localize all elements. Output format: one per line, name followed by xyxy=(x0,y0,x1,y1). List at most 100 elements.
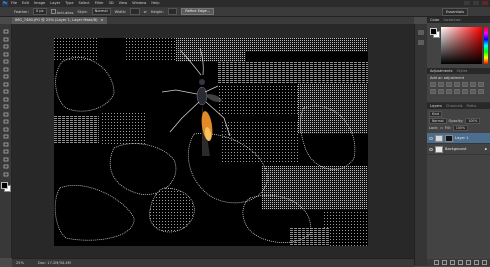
width-field[interactable] xyxy=(130,8,140,15)
zoom-level[interactable]: 25% xyxy=(16,260,24,266)
eye-icon[interactable] xyxy=(429,147,433,151)
pen-icon[interactable] xyxy=(2,134,9,139)
opacity-label: Opacity: xyxy=(448,119,464,123)
menu-view[interactable]: View xyxy=(119,0,128,7)
eraser-icon[interactable] xyxy=(2,104,9,109)
brush-icon[interactable] xyxy=(2,82,9,87)
history-brush-icon[interactable] xyxy=(2,97,9,102)
threshold-icon[interactable] xyxy=(478,89,484,94)
channel-mixer-icon[interactable] xyxy=(446,89,452,94)
feather-field[interactable]: 0 px xyxy=(32,8,47,15)
path-select-icon[interactable] xyxy=(2,149,9,154)
adjustments-title: Add an adjustment xyxy=(430,76,465,80)
layer-mask-thumbnail[interactable] xyxy=(445,134,453,142)
color-balance-icon[interactable] xyxy=(478,82,484,87)
refine-edge-button[interactable]: Refine Edge... xyxy=(181,8,215,15)
hue-slider[interactable] xyxy=(484,27,488,64)
document-canvas[interactable] xyxy=(54,38,368,246)
dodge-icon[interactable] xyxy=(2,127,9,132)
antialias-checkbox[interactable]: Anti-alias xyxy=(50,8,73,15)
quick-select-icon[interactable] xyxy=(2,52,9,57)
zoom-icon[interactable] xyxy=(2,172,9,177)
move-icon[interactable] xyxy=(2,29,9,34)
checkbox-icon xyxy=(50,8,56,14)
link-layers-icon[interactable] xyxy=(434,260,439,265)
new-group-icon[interactable] xyxy=(466,260,471,265)
add-style-icon[interactable] xyxy=(442,260,447,265)
eye-icon[interactable] xyxy=(429,136,433,140)
style-select[interactable]: Normal xyxy=(91,8,111,15)
menu-edit[interactable]: Edit xyxy=(22,0,29,7)
foreground-color-swatch[interactable] xyxy=(1,182,8,189)
foreground-color-swatch[interactable] xyxy=(430,28,437,35)
menu-help[interactable]: Help xyxy=(151,0,159,7)
hand-icon[interactable] xyxy=(2,164,9,169)
layer-row[interactable]: Background ▪ xyxy=(427,144,490,155)
clone-stamp-icon[interactable] xyxy=(2,89,9,94)
menu-select[interactable]: Select xyxy=(79,0,90,7)
layers-panel: Kind Normal Opacity: 100% Lock: ▫ Fill: … xyxy=(427,109,490,266)
type-icon[interactable] xyxy=(2,142,9,147)
levels-icon[interactable] xyxy=(438,82,444,87)
exposure-icon[interactable] xyxy=(454,82,460,87)
fill-label: Fill: xyxy=(444,126,451,130)
maximize-icon[interactable] xyxy=(473,1,479,5)
curves-icon[interactable] xyxy=(446,82,452,87)
doc-size[interactable]: Doc: 17.2M/34.4M xyxy=(38,260,71,266)
add-mask-icon[interactable] xyxy=(450,260,455,265)
layer-thumbnail xyxy=(435,134,443,142)
blend-mode-select[interactable]: Normal xyxy=(429,118,447,124)
invert-icon[interactable] xyxy=(462,89,468,94)
swap-icon[interactable]: ⇄ xyxy=(144,10,147,14)
fill-field[interactable]: 100% xyxy=(452,125,468,131)
close-icon[interactable] xyxy=(482,1,488,5)
shape-icon[interactable] xyxy=(2,157,9,162)
height-field[interactable] xyxy=(167,8,178,15)
document-tab[interactable]: IMG_7460.JPG @ 25% (Layer 1, Layer Mask/… xyxy=(12,17,107,24)
lock-icon[interactable]: ▫ xyxy=(440,126,442,130)
menu-image[interactable]: Image xyxy=(34,0,45,7)
workspace-switcher[interactable]: Essentials xyxy=(442,8,468,16)
layer-kind-select[interactable]: Kind xyxy=(429,111,443,117)
menu-type[interactable]: Type xyxy=(65,0,73,7)
color-panel xyxy=(427,23,490,68)
layer-row[interactable]: Layer 1 xyxy=(427,133,490,144)
crop-icon[interactable] xyxy=(2,59,9,64)
menu-layer[interactable]: Layer xyxy=(50,0,60,7)
menu-file[interactable]: File xyxy=(11,0,17,7)
properties-panel-icon[interactable] xyxy=(418,40,424,45)
history-panel-icon[interactable] xyxy=(418,30,424,35)
workspace xyxy=(12,24,414,258)
opacity-field[interactable]: 100% xyxy=(465,118,481,124)
blur-icon[interactable] xyxy=(2,119,9,124)
right-panels: Color Swatches Adjustments Styles Add an… xyxy=(427,17,490,266)
vibrance-icon[interactable] xyxy=(462,82,468,87)
document-tab-title: IMG_7460.JPG @ 25% (Layer 1, Layer Mask/… xyxy=(15,18,98,22)
eyedropper-icon[interactable] xyxy=(2,67,9,72)
gradient-icon[interactable] xyxy=(2,112,9,117)
lock-row: Lock: ▫ Fill: 100% xyxy=(429,125,468,131)
tab-close-icon[interactable]: × xyxy=(101,17,104,24)
brightness-icon[interactable] xyxy=(430,82,436,87)
posterize-icon[interactable] xyxy=(470,89,476,94)
new-layer-icon[interactable] xyxy=(474,260,479,265)
hue-saturation-icon[interactable] xyxy=(470,82,476,87)
menu-bar: Ps File Edit Image Layer Type Select Fil… xyxy=(0,0,490,7)
lasso-icon[interactable] xyxy=(2,44,9,49)
delete-layer-icon[interactable] xyxy=(482,260,487,265)
marquee-icon[interactable] xyxy=(2,37,9,42)
menu-3d[interactable]: 3D xyxy=(109,0,114,7)
color-picker-field[interactable] xyxy=(441,27,482,64)
minimize-icon[interactable] xyxy=(464,1,470,5)
new-adjustment-icon[interactable] xyxy=(458,260,463,265)
color-lookup-icon[interactable] xyxy=(454,89,460,94)
options-bar: Feather: 0 px Anti-alias Style: Normal W… xyxy=(0,7,490,17)
menu-window[interactable]: Window xyxy=(132,0,146,7)
black-white-icon[interactable] xyxy=(430,89,436,94)
healing-icon[interactable] xyxy=(2,74,9,79)
menu-filter[interactable]: Filter xyxy=(95,0,104,7)
adjustments-panel: Add an adjustment xyxy=(427,74,490,102)
menu-list: File Edit Image Layer Type Select Filter… xyxy=(11,0,160,7)
photo-filter-icon[interactable] xyxy=(438,89,444,94)
tools-panel xyxy=(0,24,12,258)
